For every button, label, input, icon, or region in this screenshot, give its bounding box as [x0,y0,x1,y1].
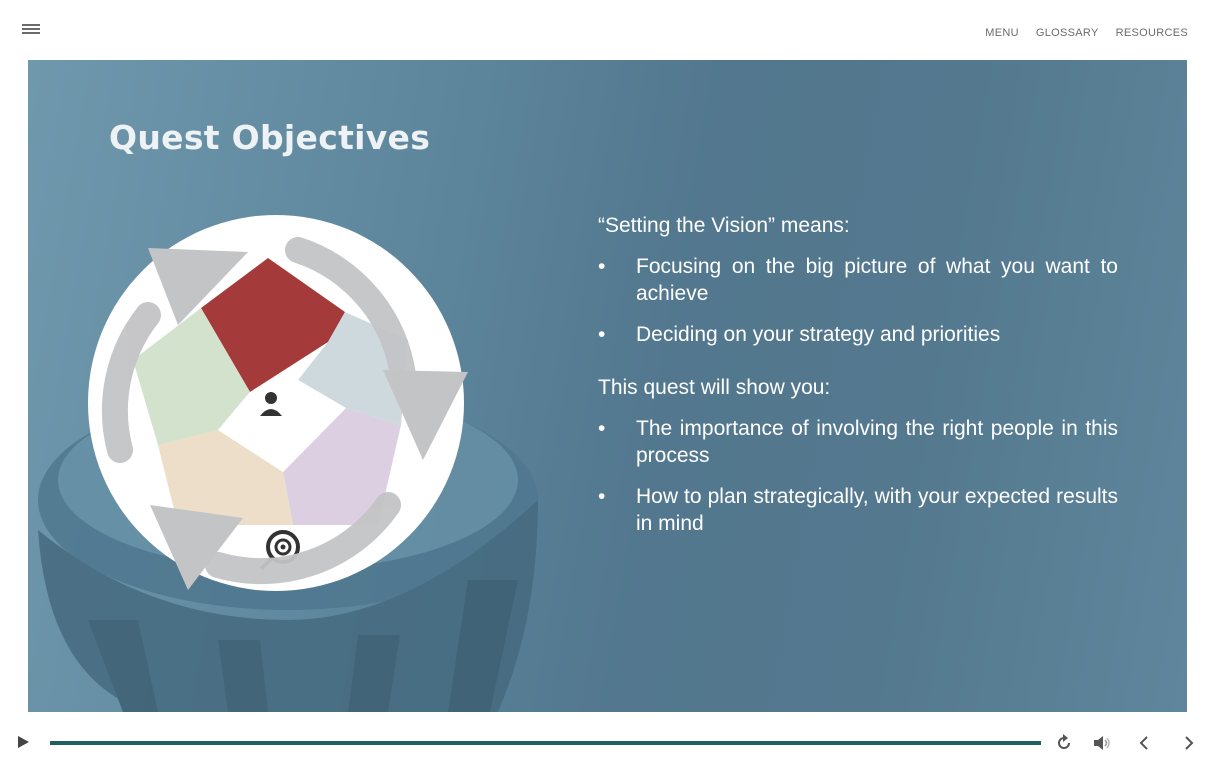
resources-link[interactable]: RESOURCES [1116,27,1188,39]
intro-setting-vision: “Setting the Vision” means: [598,214,850,237]
bullet-item: Deciding on your strategy and priorities [598,321,1118,348]
progress-bar[interactable] [50,741,1041,745]
slide: Quest Objectives “Setting the Vision” me… [28,60,1187,712]
next-icon[interactable] [1178,732,1200,754]
play-icon[interactable] [18,736,29,748]
hamburger-icon[interactable] [22,24,40,38]
previous-icon[interactable] [1133,732,1155,754]
menu-link[interactable]: MENU [985,27,1019,39]
progress-fill [50,741,1041,745]
player-bar [0,712,1214,768]
bullet-item: Focusing on the big picture of what you … [598,253,1118,307]
top-nav: MENU GLOSSARY RESOURCES [985,27,1188,39]
top-bar: MENU GLOSSARY RESOURCES [0,0,1214,60]
bullet-item: How to plan strategically, with your exp… [598,483,1118,537]
glossary-link[interactable]: GLOSSARY [1036,27,1099,39]
slide-title: Quest Objectives [109,118,431,157]
intro-quest-show: This quest will show you: [598,376,831,399]
bullet-item: The importance of involving the right pe… [598,415,1118,469]
volume-icon[interactable] [1091,732,1113,754]
objectives-text: “Setting the Vision” means: Focusing on … [598,212,1118,551]
replay-icon[interactable] [1053,732,1075,754]
